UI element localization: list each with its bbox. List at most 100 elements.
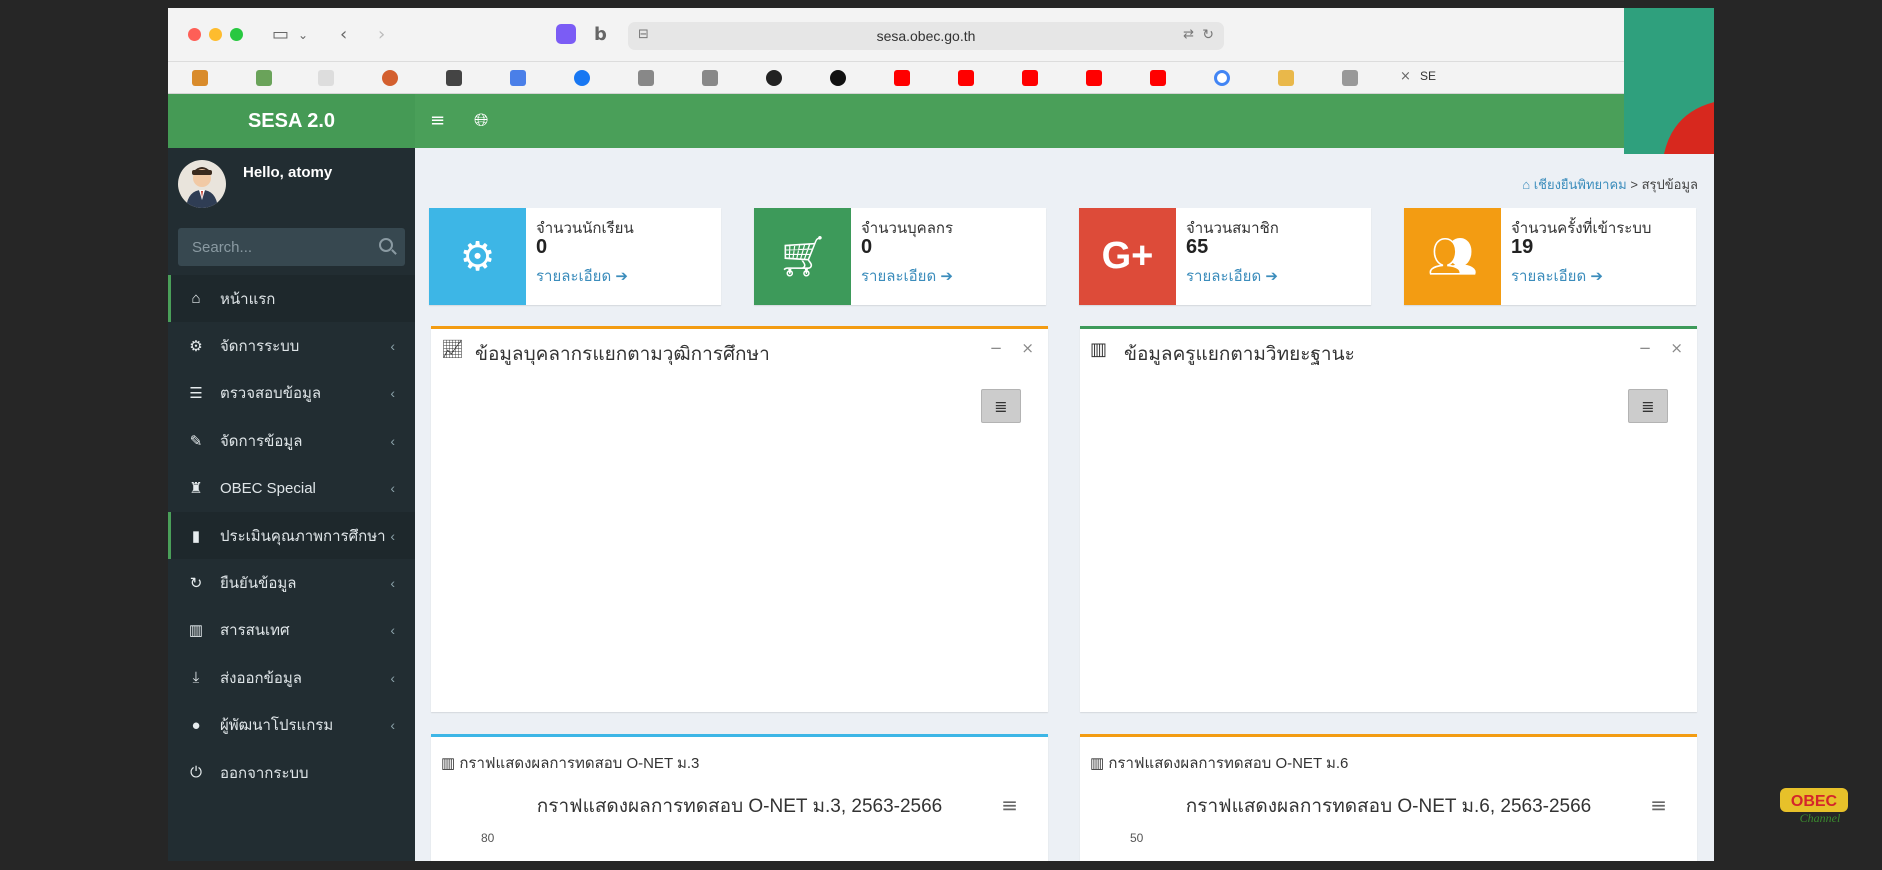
menu-toggle-icon[interactable]: ≡ (430, 110, 445, 131)
stat-details-link[interactable]: รายละเอียด ➔ (1186, 264, 1278, 288)
globe-icon[interactable]: 🌐︎ (474, 110, 488, 131)
stat-details-label: รายละเอียด (1511, 268, 1587, 285)
bookmark-icon[interactable] (1214, 70, 1230, 86)
area-chart-icon: ▥ (188, 622, 204, 640)
sidebar-item-3[interactable]: ✎ จัดการข้อมูล ‹ (168, 417, 415, 464)
sidebar-item-4[interactable]: ♜ OBEC Special ‹ (168, 465, 415, 512)
bookmark-icon[interactable] (510, 70, 526, 86)
stat-value: 0 (861, 236, 873, 258)
bar-chart-icon: ▥ (1090, 339, 1108, 360)
home-icon[interactable]: ⌂ (1522, 177, 1533, 192)
bookmark-icon[interactable] (702, 70, 718, 86)
github-icon[interactable] (766, 70, 782, 86)
edit-icon: ✎ (189, 432, 203, 450)
close-tab-icon[interactable]: × (1400, 69, 1411, 84)
chevron-left-icon: ‹ (390, 385, 395, 402)
close-icon[interactable]: × (1670, 339, 1683, 357)
breadcrumb-home[interactable]: เชียงยืนพิทยาคม (1534, 177, 1627, 192)
youtube-icon[interactable] (1086, 70, 1102, 86)
gear-icon: ⚙ (429, 208, 526, 305)
line-chart-icon: 📈︎ (441, 339, 464, 360)
sidebar-toggle-icon[interactable]: ▭ (272, 24, 289, 45)
sidebar-item-10[interactable]: ⏻ ออกจากระบบ (168, 749, 415, 796)
chart-menu-button[interactable]: ≣ (1628, 389, 1668, 423)
hamburger-icon[interactable]: ≡ (1650, 793, 1667, 817)
translate-icon[interactable]: ⇄ (1183, 27, 1194, 42)
onet6-panel: ▥ กราฟแสดงผลการทดสอบ O-NET ม.6 กราฟแสดงผ… (1080, 734, 1697, 861)
close-icon[interactable]: × (1021, 339, 1034, 357)
stat-details-label: รายละเอียด (536, 268, 612, 285)
bookmark-icon[interactable] (830, 70, 846, 86)
youtube-icon[interactable] (958, 70, 974, 86)
reload-icon[interactable]: ↻ (1202, 27, 1214, 43)
chart-header-label: กราฟแสดงผลการทดสอบ O-NET ม.3 (459, 755, 700, 772)
sidebar-item-label: สารสนเทศ (220, 622, 290, 640)
sidebar-item-label: ผู้พัฒนาโปรแกรม (220, 717, 334, 735)
address-bar[interactable]: ⊟ sesa.obec.go.th ⇄ ↻ (628, 22, 1224, 50)
stat-details-label: รายละเอียด (1186, 268, 1262, 285)
main-content: ⌂ เชียงยืนพิทยาคม > สรุปข้อมูล ⚙ จำนวนนัก… (415, 148, 1714, 861)
facebook-icon[interactable] (574, 70, 590, 86)
sidebar-item-5[interactable]: ▮ ประเมินคุณภาพการศึกษา ‹ (168, 511, 415, 560)
user-greeting: Hello, atomy (243, 164, 333, 181)
sidebar-item-label: OBEC Special (220, 479, 316, 497)
bookmark-icon[interactable] (256, 70, 272, 86)
maximize-window-button[interactable] (230, 28, 243, 41)
bing-icon[interactable]: b (594, 24, 607, 45)
sidebar-item-9[interactable]: ● ผู้พัฒนาโปรแกรม ‹ (168, 702, 415, 749)
bookmark-icon[interactable] (382, 70, 398, 86)
panel-tools: − × (1639, 339, 1683, 357)
tab-title[interactable]: SE (1420, 69, 1436, 83)
sidebar-item-7[interactable]: ▥ สารสนเทศ ‹ (168, 607, 415, 654)
bar-chart-icon: ▮ (191, 527, 201, 545)
youtube-icon[interactable] (1022, 70, 1038, 86)
sidebar-item-1[interactable]: ⚙ จัดการระบบ ‹ (168, 322, 415, 369)
chart-title: กราฟแสดงผลการทดสอบ O-NET ม.6, 2563-2566 (1185, 796, 1592, 817)
chart-menu-button[interactable]: ≣ (981, 389, 1021, 423)
sidebar-item-8[interactable]: ⤓ ส่งออกข้อมูล ‹ (168, 654, 415, 701)
stat-details-link[interactable]: รายละเอียด ➔ (1511, 264, 1603, 288)
obec-channel-logo: OBEC Channel (1778, 784, 1850, 828)
youtube-icon[interactable] (1150, 70, 1166, 86)
bookmark-icon[interactable] (446, 70, 462, 86)
url-text: sesa.obec.go.th (876, 28, 976, 44)
bookmark-icon[interactable] (638, 70, 654, 86)
browser-window: ▭ ⌄ ‹ › b ⊟ sesa.obec.go.th ⇄ ↻ × SE SES… (168, 8, 1714, 861)
search-input[interactable] (178, 228, 368, 266)
minimize-window-button[interactable] (209, 28, 222, 41)
back-icon[interactable]: ‹ (340, 24, 347, 45)
obec-logo-text: OBEC (1791, 793, 1838, 810)
sidebar-item-label: ตรวจสอบข้อมูล (220, 385, 322, 403)
chevron-down-icon[interactable]: ⌄ (298, 28, 308, 42)
minimize-icon[interactable]: − (1639, 339, 1652, 357)
sidebar-item-2[interactable]: ☰ ตรวจสอบข้อมูล ‹ (168, 370, 415, 417)
forward-icon[interactable]: › (378, 24, 385, 45)
bookmark-icon[interactable] (192, 70, 208, 86)
breadcrumb: ⌂ เชียงยืนพิทยาคม > สรุปข้อมูล (1522, 174, 1698, 195)
search-icon[interactable] (379, 238, 393, 252)
bookmark-icon[interactable] (1342, 70, 1358, 86)
stat-details-link[interactable]: รายละเอียด ➔ (861, 264, 953, 288)
close-window-button[interactable] (188, 28, 201, 41)
stat-details-link[interactable]: รายละเอียด ➔ (536, 264, 628, 288)
sidebar-item-0[interactable]: ⌂ หน้าแรก (168, 275, 415, 323)
chevron-left-icon: ‹ (390, 338, 395, 355)
minimize-icon[interactable]: − (990, 339, 1003, 357)
chart-header: ▥ กราฟแสดงผลการทดสอบ O-NET ม.6 (1090, 751, 1348, 775)
youtube-icon[interactable] (894, 70, 910, 86)
stat-label: จำนวนนักเรียน (536, 220, 634, 237)
bookmark-icon[interactable] (318, 70, 334, 86)
onet3-panel: ▥ กราฟแสดงผลการทดสอบ O-NET ม.3 กราฟแสดงผ… (431, 734, 1048, 861)
bookmark-icon[interactable] (1278, 70, 1294, 86)
bar-chart-icon: ▥ (1090, 755, 1109, 772)
sidebar-item-6[interactable]: ↻ ยืนยันข้อมูล ‹ (168, 559, 415, 606)
personnel-panel: 📈︎ ข้อมูลบุคลากรแยกตามวุฒิการศึกษา − × ≣ (431, 326, 1048, 712)
hamburger-icon[interactable]: ≡ (1001, 793, 1018, 817)
panel-title: ข้อมูลครูแยกตามวิทยะฐานะ (1124, 344, 1355, 365)
app-logo[interactable]: SESA 2.0 (168, 94, 415, 148)
extension-icon[interactable] (556, 24, 576, 44)
panel-tools: − × (990, 339, 1034, 357)
arrow-circle-right-icon: ➔ (1586, 268, 1603, 285)
chevron-left-icon: ‹ (390, 622, 395, 639)
chevron-left-icon: ‹ (390, 527, 395, 544)
